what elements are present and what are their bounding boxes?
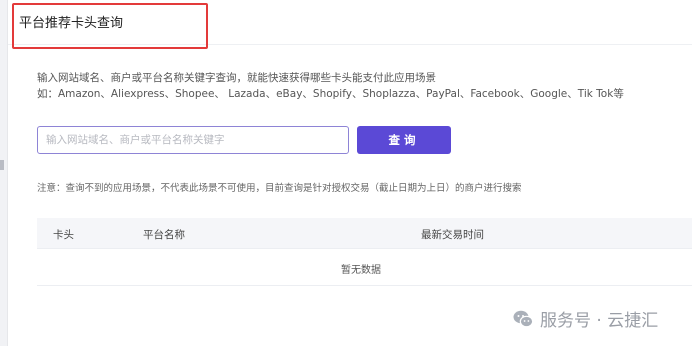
title-highlight-box <box>12 3 208 49</box>
watermark-text: 服务号 · 云捷汇 <box>540 311 659 331</box>
description: 输入网站域名、商户或平台名称关键字查询，就能快速获得哪些卡头能支付此应用场景 如… <box>37 70 624 102</box>
notice-text: 注意：查询不到的应用场景，不代表此场景不可使用，目前查询是针对授权交易（截止日期… <box>37 183 522 194</box>
results-table: 卡头 平台名称 最新交易时间 暂无数据 <box>37 218 692 286</box>
search-input[interactable] <box>37 126 349 154</box>
search-button[interactable]: 查询 <box>357 126 451 154</box>
left-gutter <box>0 0 8 346</box>
table-header: 卡头 平台名称 最新交易时间 <box>37 218 692 249</box>
column-header-last-transaction-time[interactable]: 最新交易时间 <box>421 227 484 242</box>
table-empty-state: 暂无数据 <box>37 249 692 286</box>
gutter-marker <box>0 160 4 170</box>
column-header-platform[interactable]: 平台名称 <box>143 227 185 242</box>
description-line-1: 输入网站域名、商户或平台名称关键字查询，就能快速获得哪些卡头能支付此应用场景 <box>37 72 436 84</box>
watermark: 服务号 · 云捷汇 <box>512 306 658 331</box>
column-header-card[interactable]: 卡头 <box>53 227 74 242</box>
empty-text: 暂无数据 <box>341 265 381 276</box>
main-panel: 平台推荐卡头查询 输入网站域名、商户或平台名称关键字查询，就能快速获得哪些卡头能… <box>8 0 692 346</box>
description-line-2: 如：Amazon、Aliexpress、Shopee、 Lazada、eBay、… <box>37 88 624 100</box>
wechat-icon <box>512 308 534 330</box>
